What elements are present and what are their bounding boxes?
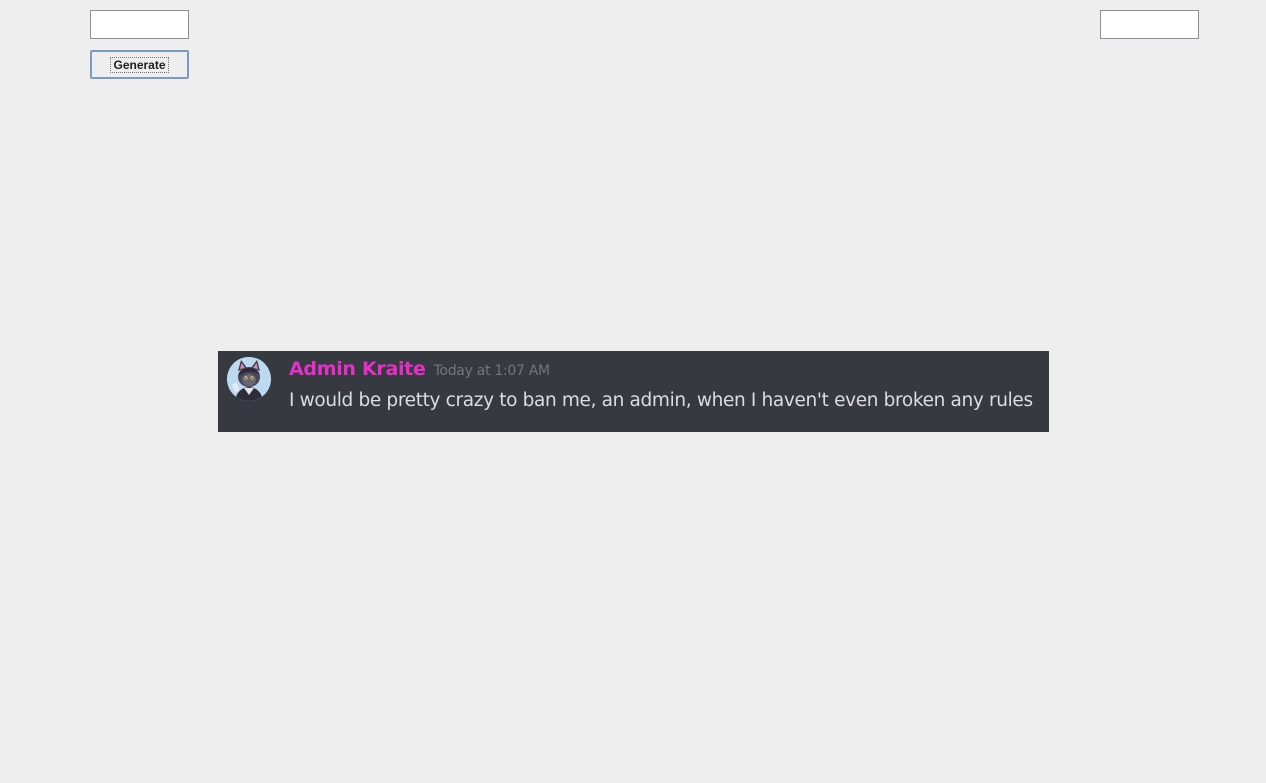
message-text: I would be pretty crazy to ban me, an ad… — [289, 390, 1033, 411]
left-text-field[interactable] — [90, 10, 189, 39]
generate-button-label: Generate — [110, 57, 169, 73]
message-header: Admin Kraite Today at 1:07 AM — [289, 358, 550, 380]
app-window: Generate Admin Kraite Today at 1:07 AM I… — [0, 0, 1266, 783]
right-text-field[interactable] — [1100, 10, 1199, 39]
chat-message-preview: Admin Kraite Today at 1:07 AM I would be … — [218, 351, 1049, 432]
message-username[interactable]: Admin Kraite — [289, 358, 426, 380]
message-timestamp: Today at 1:07 AM — [433, 363, 551, 379]
generate-button[interactable]: Generate — [90, 50, 189, 79]
cat-avatar-icon — [227, 357, 271, 401]
